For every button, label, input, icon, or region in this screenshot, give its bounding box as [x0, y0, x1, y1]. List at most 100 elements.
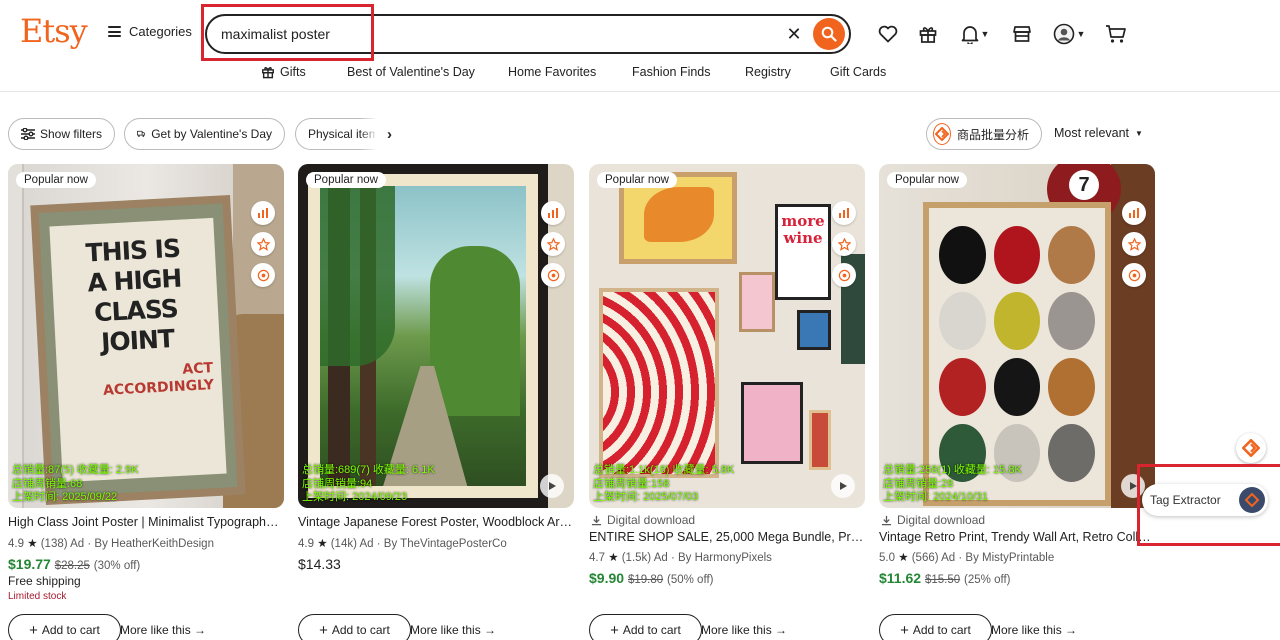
image-action-buttons: [1122, 201, 1146, 287]
product-card[interactable]: THIS IS A HIGH CLASS JOINT ACT ACCORDINGLY P…: [8, 164, 284, 640]
star-icon: ★: [317, 538, 328, 550]
nav-gifts[interactable]: Gifts: [261, 65, 306, 79]
sales-stats: 总销量:87(5) 收藏量: 2.9K 店铺周销量:68 上架时间: 2025/09…: [12, 464, 139, 503]
etsy-logo[interactable]: Etsy: [20, 12, 88, 50]
chevron-down-icon: ▼: [1076, 29, 1086, 39]
poster-frame: [923, 202, 1111, 506]
clear-search-icon[interactable]: ✕: [785, 25, 803, 43]
show-filters-button[interactable]: Show filters: [8, 118, 115, 150]
image-action-buttons: [832, 201, 856, 287]
cart-button[interactable]: [1104, 22, 1128, 46]
product-card[interactable]: 7 Popular now 总销量:258(1) 收藏量: 15.8K 店铺周销…: [879, 164, 1155, 640]
star-icon: ★: [27, 538, 38, 550]
bar-chart-icon: [1129, 208, 1139, 218]
valentine-filter-button[interactable]: Get by Valentine's Day: [124, 118, 285, 150]
star-outline-icon: [837, 237, 851, 251]
favorite-button[interactable]: [251, 232, 275, 256]
scroll-right-icon[interactable]: ›: [360, 118, 392, 150]
product-image[interactable]: 7 Popular now 总销量:258(1) 收藏量: 15.8K 店铺周销…: [879, 164, 1155, 508]
analytics-button[interactable]: [541, 201, 565, 225]
batch-analysis-button[interactable]: 商品批量分析: [926, 118, 1042, 150]
product-rating: 5.0 ★ (566) Ad · By MistyPrintable: [879, 552, 1055, 564]
popular-badge: Popular now: [887, 172, 967, 188]
nav-gift-cards[interactable]: Gift Cards: [830, 65, 886, 79]
more-like-this-link[interactable]: More like this →: [410, 623, 496, 637]
product-image[interactable]: THIS IS A HIGH CLASS JOINT ACT ACCORDINGLY P…: [8, 164, 284, 508]
product-title[interactable]: Vintage Japanese Forest Poster, Woodbloc…: [298, 515, 574, 529]
arrow-right-icon: →: [1065, 623, 1078, 637]
shop-manager-button[interactable]: [1010, 22, 1034, 46]
nav-registry[interactable]: Registry: [745, 65, 791, 79]
arrow-right-icon: →: [194, 623, 207, 637]
plugin-float-button[interactable]: [1236, 433, 1266, 463]
nav-home-favorites[interactable]: Home Favorites: [508, 65, 596, 79]
more-like-this-link[interactable]: More like this →: [991, 623, 1077, 637]
product-card[interactable]: more wine Popular now 总销量:1.1k(18) 收藏量: 5…: [589, 164, 865, 640]
filter-icon: [21, 128, 35, 140]
favorite-button[interactable]: [1122, 232, 1146, 256]
more-like-this-link[interactable]: More like this →: [120, 623, 206, 637]
play-icon: [840, 482, 847, 490]
target-button[interactable]: [832, 263, 856, 287]
popular-badge: Popular now: [306, 172, 386, 188]
product-image[interactable]: Popular now 总销量:689(7) 收藏量: 6.1K 店铺周销量:94…: [298, 164, 574, 508]
nav-fashion-finds[interactable]: Fashion Finds: [632, 65, 711, 79]
analytics-button[interactable]: [832, 201, 856, 225]
analytics-button[interactable]: [251, 201, 275, 225]
product-title[interactable]: Vintage Retro Print, Trendy Wall Art, Re…: [879, 530, 1155, 544]
download-icon: [881, 515, 892, 525]
popular-badge: Popular now: [16, 172, 96, 188]
gift-icon: [919, 27, 937, 43]
avatar-icon: [1053, 23, 1074, 45]
target-button[interactable]: [541, 263, 565, 287]
sort-label: Most relevant: [1054, 126, 1130, 140]
nav-label: Gifts: [280, 65, 306, 79]
nav-valentines[interactable]: Best of Valentine's Day: [347, 65, 475, 79]
chevron-down-icon: ▼: [1135, 128, 1143, 138]
target-icon: [838, 269, 850, 281]
product-price: $11.62 $15.50 (25% off): [879, 570, 1011, 586]
plugin-logo-icon: [1242, 439, 1260, 457]
sales-stats: 总销量:1.1k(18) 收藏量: 5.8K 店铺周销量:158 上架时间: 202…: [593, 464, 735, 503]
gift-button[interactable]: [916, 22, 940, 46]
add-to-cart-button[interactable]: + Add to cart: [589, 614, 702, 640]
add-to-cart-button[interactable]: + Add to cart: [298, 614, 411, 640]
sort-dropdown[interactable]: Most relevant ▼: [1054, 126, 1143, 140]
product-image[interactable]: more wine Popular now 总销量:1.1k(18) 收藏量: 5…: [589, 164, 865, 508]
target-icon: [257, 269, 269, 281]
categories-button[interactable]: Categories: [108, 24, 192, 39]
shop-icon: [1013, 26, 1031, 42]
chevron-down-icon: ▼: [980, 29, 990, 39]
plus-icon: +: [610, 621, 619, 639]
arrow-right-icon: →: [484, 623, 497, 637]
add-to-cart-button[interactable]: + Add to cart: [8, 614, 121, 640]
show-filters-label: Show filters: [39, 127, 102, 141]
tag-extractor-highlight-box: [1137, 464, 1280, 546]
play-video-button[interactable]: [540, 474, 564, 498]
more-like-this-link[interactable]: More like this →: [701, 623, 787, 637]
search-button[interactable]: [813, 18, 845, 50]
analytics-button[interactable]: [1122, 201, 1146, 225]
target-icon: [1128, 269, 1140, 281]
add-to-cart-button[interactable]: + Add to cart: [879, 614, 992, 640]
product-title[interactable]: ENTIRE SHOP SALE, 25,000 Mega Bundle, Pr…: [589, 530, 865, 544]
image-action-buttons: [251, 201, 275, 287]
star-outline-icon: [256, 237, 270, 251]
product-card[interactable]: Popular now 总销量:689(7) 收藏量: 6.1K 店铺周销量:94…: [298, 164, 574, 640]
play-icon: [549, 482, 556, 490]
favorite-button[interactable]: [832, 232, 856, 256]
favorite-button[interactable]: [541, 232, 565, 256]
favorites-button[interactable]: [876, 22, 900, 46]
play-video-button[interactable]: [831, 474, 855, 498]
target-button[interactable]: [251, 263, 275, 287]
header-icons: ▼ ▼: [876, 22, 1144, 46]
plus-icon: +: [29, 621, 38, 639]
bar-chart-icon: [839, 208, 849, 218]
product-title[interactable]: High Class Joint Poster | Minimalist Typ…: [8, 515, 284, 529]
star-outline-icon: [1127, 237, 1141, 251]
plugin-logo-icon: [933, 123, 951, 145]
target-button[interactable]: [1122, 263, 1146, 287]
account-button[interactable]: ▼: [1050, 22, 1088, 46]
cart-icon: [1106, 25, 1126, 43]
notifications-button[interactable]: ▼: [956, 22, 994, 46]
